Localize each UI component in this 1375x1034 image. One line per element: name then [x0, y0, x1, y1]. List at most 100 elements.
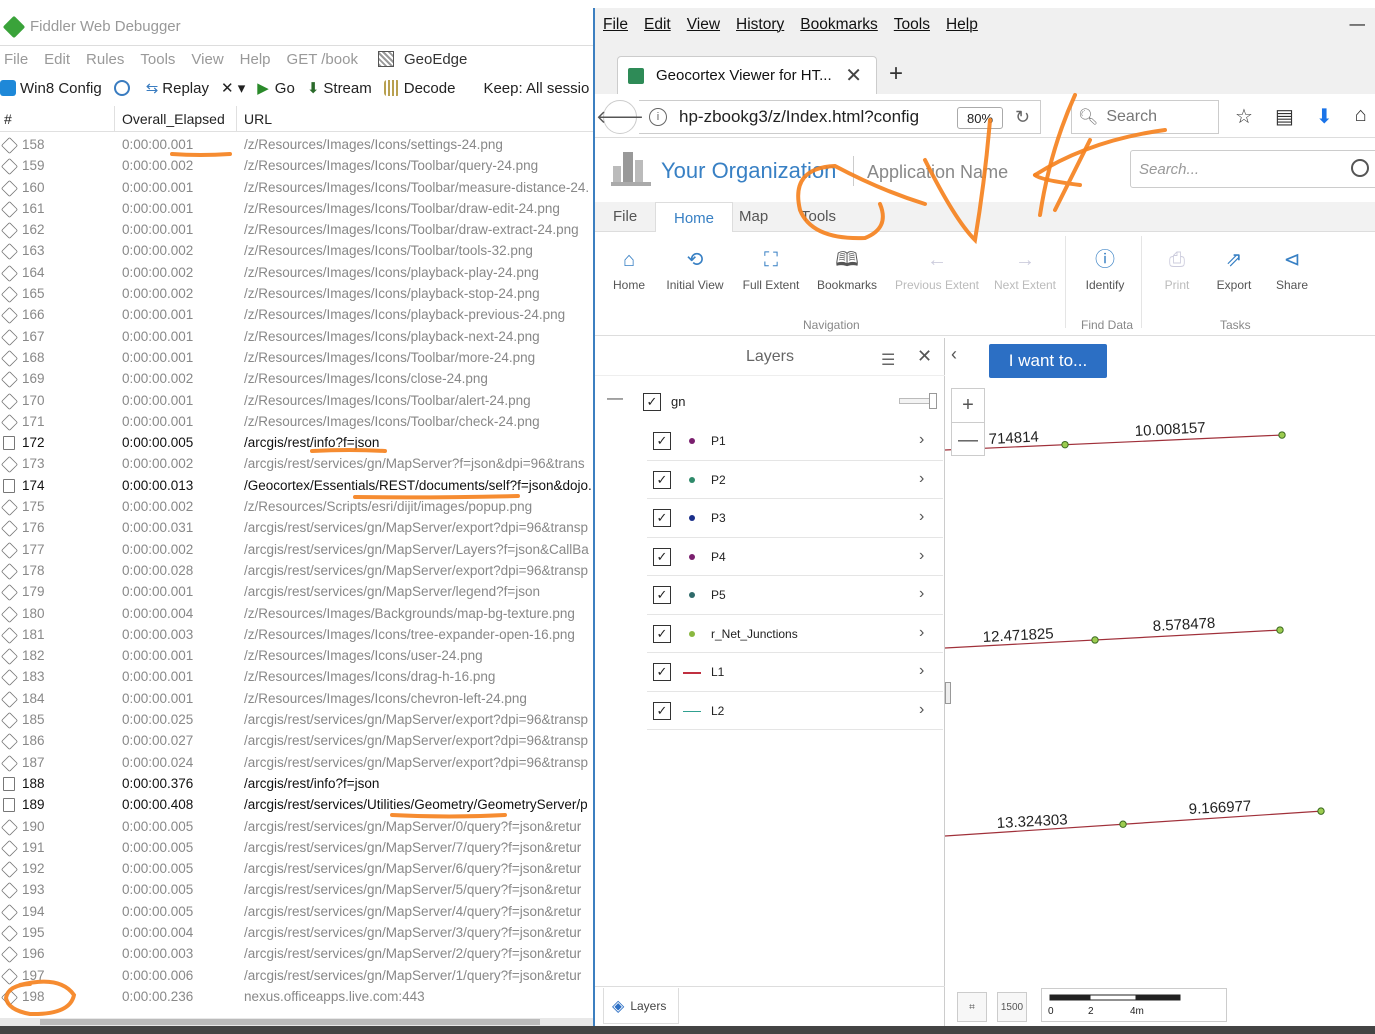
chevron-right-icon[interactable]: › — [919, 701, 924, 719]
layer-checkbox[interactable]: ✓ — [653, 547, 671, 566]
reload-icon[interactable]: ↻ — [1015, 107, 1030, 128]
fiddler-menu-tools[interactable]: Tools — [140, 51, 175, 68]
search-icon[interactable] — [1351, 159, 1369, 177]
junction-point[interactable] — [1119, 820, 1127, 828]
panel-resize-handle[interactable] — [945, 682, 951, 704]
layer-checkbox[interactable]: ✓ — [653, 470, 671, 489]
session-row[interactable]: 171 0:00:00.001/z/Resources/Images/Icons/… — [0, 411, 600, 432]
session-row[interactable]: 195 0:00:00.004/arcgis/rest/services/gn/M… — [0, 922, 600, 943]
fiddler-menu-view[interactable]: View — [191, 51, 223, 68]
session-row[interactable]: 179 0:00:00.001/arcgis/rest/services/gn/M… — [0, 581, 600, 602]
close-tab-icon[interactable]: ✕ — [845, 63, 862, 88]
tab-tools[interactable]: Tools — [801, 208, 836, 225]
fiddler-menu-get-book[interactable]: GET /book — [287, 51, 358, 68]
layer-group-checkbox[interactable]: ✓ — [643, 393, 661, 411]
downloads-icon[interactable]: ⬇ — [1316, 104, 1333, 129]
tab-home[interactable]: Home — [655, 202, 733, 233]
session-row[interactable]: 182 0:00:00.001/z/Resources/Images/Icons/… — [0, 645, 600, 666]
session-row[interactable]: 162 0:00:00.001/z/Resources/Images/Icons/… — [0, 219, 600, 240]
col-elapsed-header[interactable]: Overall_Elapsed — [122, 111, 225, 127]
bookmarks-button[interactable]: 🕮︎ Bookmarks — [811, 248, 883, 292]
session-row[interactable]: 167 0:00:00.001/z/Resources/Images/Icons/… — [0, 326, 600, 347]
session-row[interactable]: 163 0:00:00.002/z/Resources/Images/Icons/… — [0, 240, 600, 261]
minimize-button[interactable]: — — [1350, 16, 1366, 34]
horizontal-scrollbar[interactable] — [0, 1018, 593, 1026]
session-row[interactable]: 184 0:00:00.001/z/Resources/Images/Icons/… — [0, 688, 600, 709]
session-row[interactable]: 170 0:00:00.001/z/Resources/Images/Icons/… — [0, 390, 600, 411]
scale-input[interactable]: 1500 — [997, 992, 1027, 1022]
session-row[interactable]: 172 0:00:00.005/arcgis/rest/info?f=json — [0, 432, 600, 453]
session-row[interactable]: 166 0:00:00.001/z/Resources/Images/Icons/… — [0, 304, 600, 325]
url-bar[interactable]: i hp-zbookg3/z/Index.html?config 80% ↻ — [639, 100, 1041, 134]
session-row[interactable]: 158 0:00:00.001/z/Resources/Images/Icons/… — [0, 134, 600, 155]
zoom-indicator[interactable]: 80% — [957, 107, 1003, 129]
layer-checkbox[interactable]: ✓ — [653, 509, 671, 527]
chevron-right-icon[interactable]: › — [919, 547, 924, 565]
map-view[interactable]: 714814 10.008157 12.471825 8.578478 13.32430… — [945, 338, 1375, 1026]
browser-menu-view[interactable]: View — [687, 16, 720, 34]
session-row[interactable]: 193 0:00:00.005/arcgis/rest/services/gn/M… — [0, 879, 600, 900]
session-row[interactable]: 159 0:00:00.002/z/Resources/Images/Icons/… — [0, 155, 600, 176]
stream-button[interactable]: ⬇ Stream — [307, 79, 372, 98]
scrollbar-thumb[interactable] — [40, 1019, 540, 1025]
session-row[interactable]: 177 0:00:00.002/arcgis/rest/services/gn/M… — [0, 539, 600, 560]
layer-row[interactable]: ✓ r_Net_Junctions › — [647, 615, 943, 653]
session-row[interactable]: 191 0:00:00.005/arcgis/rest/services/gn/M… — [0, 837, 600, 858]
session-row[interactable]: 164 0:00:00.002/z/Resources/Images/Icons/… — [0, 262, 600, 283]
session-row[interactable]: 186 0:00:00.027/arcgis/rest/services/gn/M… — [0, 730, 600, 751]
close-icon[interactable]: ✕ — [917, 346, 932, 367]
decode-button[interactable]: Decode — [383, 80, 455, 97]
layer-row[interactable]: ✓ P4 › — [647, 538, 943, 576]
fiddler-menu-file[interactable]: File — [4, 51, 28, 68]
fiddler-menu-help[interactable]: Help — [240, 51, 271, 68]
layer-checkbox[interactable]: ✓ — [653, 663, 671, 681]
fiddler-menu-edit[interactable]: Edit — [44, 51, 70, 68]
layer-checkbox[interactable]: ✓ — [653, 432, 671, 450]
session-row[interactable]: 180 0:00:00.004/z/Resources/Images/Backgr… — [0, 603, 600, 624]
session-row[interactable]: 165 0:00:00.002/z/Resources/Images/Icons/… — [0, 283, 600, 304]
browser-tab[interactable]: Geocortex Viewer for HT... ✕ — [617, 56, 877, 94]
layer-row[interactable]: ✓ P1 › — [647, 422, 943, 461]
session-row[interactable]: 173 0:00:00.002/arcgis/rest/services/gn/M… — [0, 453, 600, 474]
session-row[interactable]: 168 0:00:00.001/z/Resources/Images/Icons/… — [0, 347, 600, 368]
remove-button[interactable]: ✕ ▾ — [221, 79, 245, 97]
session-row[interactable]: 197 0:00:00.006/arcgis/rest/services/gn/M… — [0, 965, 600, 986]
layer-row[interactable]: ✓ L2 › — [647, 692, 943, 730]
fiddler-menu-geoedge[interactable]: GeoEdge — [374, 51, 479, 68]
session-row[interactable]: 189 0:00:00.408/arcgis/rest/services/Util… — [0, 794, 600, 815]
junction-point[interactable] — [1061, 440, 1069, 449]
layer-checkbox[interactable]: ✓ — [653, 586, 671, 604]
next-extent-button[interactable]: → Next Extent — [989, 248, 1061, 292]
junction-point[interactable] — [1276, 626, 1284, 634]
browser-menu-bookmarks[interactable]: Bookmarks — [800, 16, 878, 34]
zoom-in-button[interactable]: + — [952, 389, 984, 423]
session-row[interactable]: 196 0:00:00.003/arcgis/rest/services/gn/M… — [0, 943, 600, 964]
go-button[interactable]: ▶ Go — [257, 79, 295, 98]
chevron-right-icon[interactable]: › — [919, 585, 924, 603]
home-icon[interactable]: ⌂ — [1355, 104, 1367, 129]
identify-button[interactable]: ⓘ Identify — [1069, 248, 1141, 292]
previous-extent-button[interactable]: ← Previous Extent — [893, 248, 981, 292]
zoom-out-button[interactable]: — — [952, 423, 984, 457]
i-want-to-button[interactable]: I want to... — [989, 344, 1107, 378]
tab-file[interactable]: File — [613, 208, 637, 225]
browser-search-input[interactable]: 🔍︎ Search — [1071, 100, 1219, 134]
col-url-header[interactable]: URL — [244, 111, 272, 127]
layer-row[interactable]: ✓ P5 › — [647, 576, 943, 615]
chevron-right-icon[interactable]: › — [919, 431, 924, 449]
junction-point[interactable] — [1317, 807, 1325, 815]
session-row[interactable]: 161 0:00:00.001/z/Resources/Images/Icons/… — [0, 198, 600, 219]
layer-row[interactable]: ✓ P3 › — [647, 499, 943, 538]
coordinates-icon[interactable]: ⌗ — [957, 992, 987, 1022]
home-button[interactable]: ⌂ Home — [595, 248, 665, 292]
layers-menu-icon[interactable]: ☰ — [881, 350, 895, 370]
layer-checkbox[interactable]: ✓ — [653, 701, 671, 720]
tab-map[interactable]: Map — [739, 208, 768, 225]
win8-config-button[interactable]: Win8 Config — [0, 80, 102, 97]
session-row[interactable]: 174 0:00:00.013/Geocortex/Essentials/REST… — [0, 475, 600, 496]
junction-point[interactable] — [1278, 431, 1286, 439]
session-row[interactable]: 169 0:00:00.002/z/Resources/Images/Icons/… — [0, 368, 600, 389]
bookmark-star-icon[interactable]: ☆ — [1235, 104, 1253, 129]
collapse-panel-icon[interactable]: ‹ — [951, 344, 957, 365]
full-extent-button[interactable]: ⛶ Full Extent — [735, 248, 807, 292]
